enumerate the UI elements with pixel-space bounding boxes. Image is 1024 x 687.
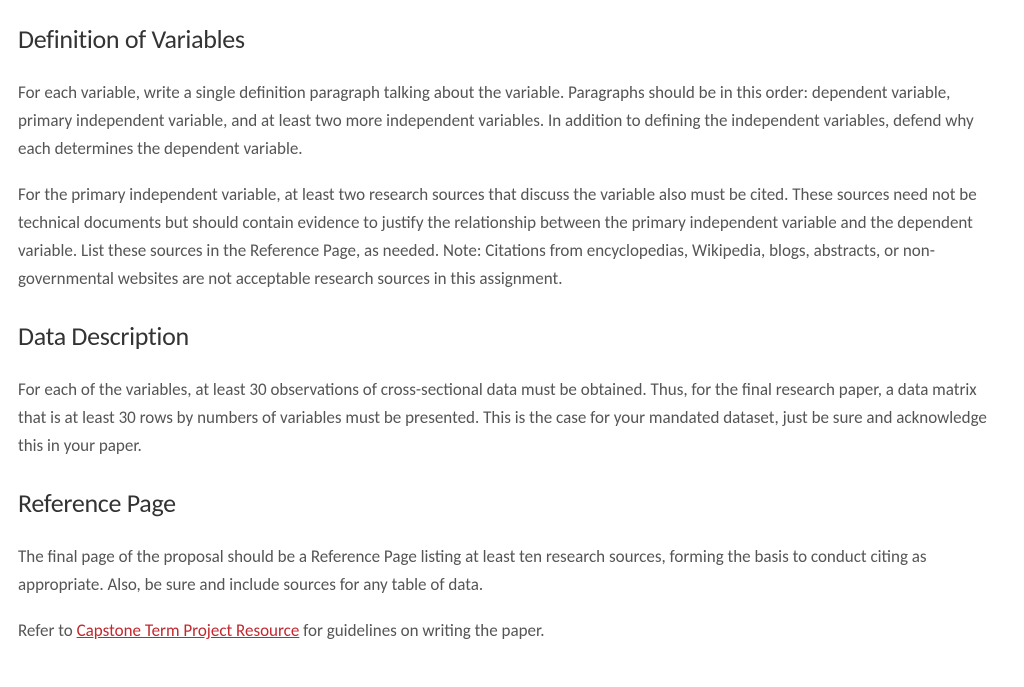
paragraph-reference-refer: Refer to Capstone Term Project Resource … [18,617,1006,645]
paragraph-definition-1: For each variable, write a single defini… [18,79,1006,163]
paragraph-reference-1: The final page of the proposal should be… [18,543,1006,599]
capstone-resource-link[interactable]: Capstone Term Project Resource [77,620,300,641]
heading-data-description: Data Description [18,315,1006,358]
refer-suffix-text: for guidelines on writing the paper. [299,620,544,641]
heading-definition-of-variables: Definition of Variables [18,18,1006,61]
paragraph-definition-2: For the primary independent variable, at… [18,181,1006,293]
paragraph-data-description-1: For each of the variables, at least 30 o… [18,376,1006,460]
refer-prefix-text: Refer to [18,620,77,641]
heading-reference-page: Reference Page [18,482,1006,525]
